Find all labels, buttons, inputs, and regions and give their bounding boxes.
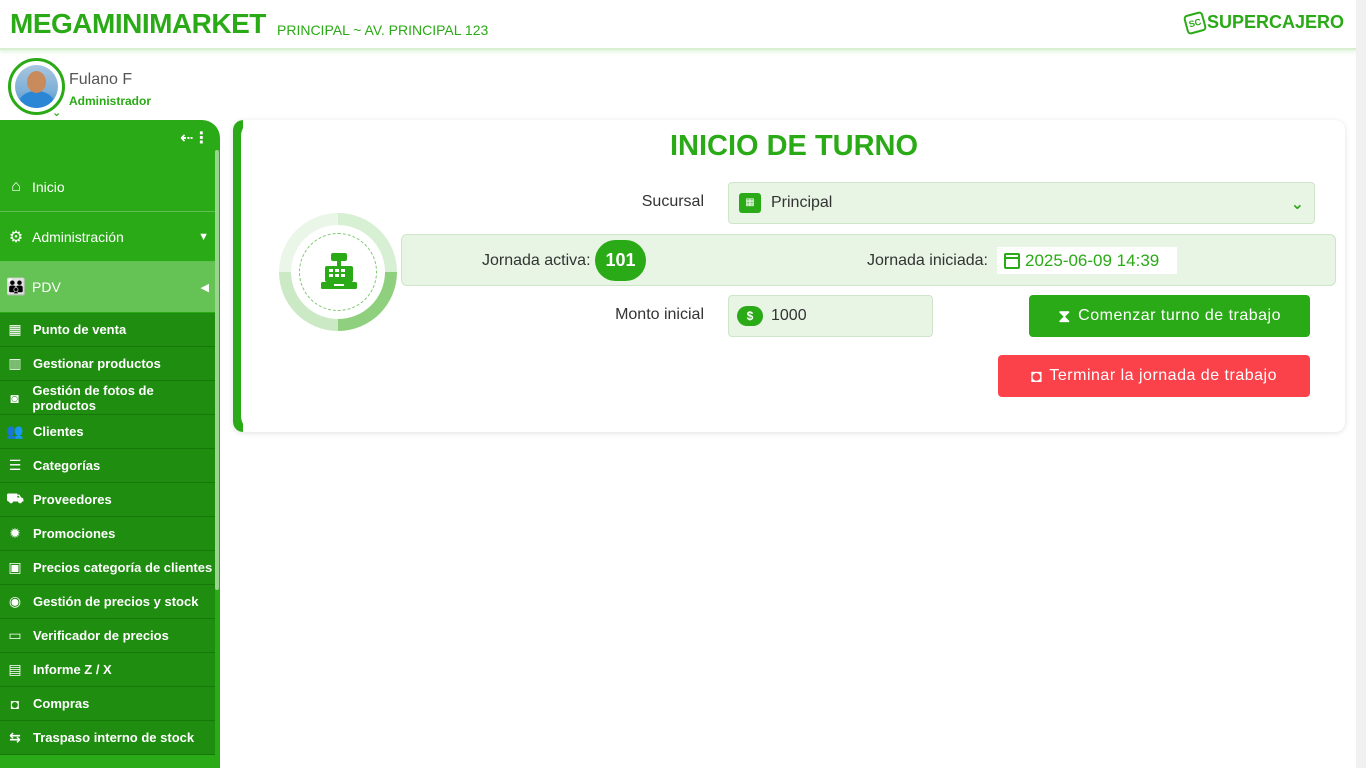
sidebar-subitem-8[interactable]: ◉ Gestión de precios y stock — [0, 585, 215, 619]
home-icon: ⌂ — [11, 177, 21, 195]
supercajero-logo: SC SUPERCAJERO — [1182, 10, 1344, 35]
sidebar-subitem-label: Proveedores — [33, 492, 112, 507]
top-header: MEGAMINIMARKET PRINCIPAL ~ AV. PRINCIPAL… — [0, 0, 1356, 50]
sidebar-subitem-label: Punto de venta — [33, 322, 127, 337]
chevron-down-icon[interactable]: ⌄ — [52, 106, 62, 119]
sidebar-subitem-1[interactable]: ▥ Gestionar productos — [0, 347, 215, 381]
jornada-activa-label: Jornada activa: — [482, 252, 591, 269]
sidebar-subitem-9[interactable]: ▭ Verificador de precios — [0, 619, 215, 653]
shopping-bag-icon: ◘ — [10, 695, 20, 712]
chevron-down-icon: ⌄ — [1290, 196, 1304, 213]
sidebar-subitem-label: Clientes — [33, 424, 84, 439]
barcode-icon: ▥ — [8, 355, 22, 371]
sidebar-subitem-label: Informe Z / X — [33, 662, 112, 677]
start-shift-button[interactable]: ⧗ Comenzar turno de trabajo — [1029, 295, 1310, 337]
logo-text: SUPERCAJERO — [1206, 12, 1344, 32]
sidebar-subitem-12[interactable]: ⇆ Traspaso interno de stock — [0, 721, 215, 755]
sidebar-subitem-label: Precios categoría de clientes — [33, 560, 213, 575]
sidebar-subitem-3[interactable]: 👥 Clientes — [0, 415, 215, 449]
jornada-iniciada-date: 2025-06-09 14:39 — [1025, 250, 1160, 270]
sidebar-item-administracion[interactable]: ⚙ Administración ▼ — [0, 212, 215, 262]
sidebar-item-inicio[interactable]: ⌂ Inicio — [0, 162, 215, 212]
money-bag-icon: ◘ — [1031, 365, 1043, 386]
hourglass-icon: ⧗ — [1058, 305, 1072, 326]
cash-register-icon — [317, 249, 361, 293]
sidebar-subitem-label: Gestión de precios y stock — [33, 594, 199, 609]
caret-left-icon: ◀ — [200, 281, 209, 294]
sidebar: ⇠⋮ ⌂ Inicio ⚙ Administración ▼ 👪 PDV ◀ ▦… — [0, 120, 220, 768]
people-icon: 👪 — [6, 279, 26, 296]
camera-icon: ◙ — [10, 389, 19, 406]
branch-address: PRINCIPAL ~ AV. PRINCIPAL 123 — [277, 22, 489, 38]
cash-register-icon: ▦ — [8, 321, 22, 337]
sidebar-item-label: PDV — [32, 279, 61, 295]
brand-title: MEGAMINIMARKET — [10, 8, 266, 39]
coins-icon: ◉ — [8, 593, 22, 609]
sucursal-value: Principal — [771, 194, 833, 211]
sidebar-subitem-6[interactable]: ✹ Promociones — [0, 517, 215, 551]
gear-icon: ⚙ — [8, 228, 24, 246]
sidebar-subitem-label: Verificador de precios — [33, 628, 169, 643]
users-icon: 👥 — [6, 423, 24, 439]
start-shift-label: Comenzar turno de trabajo — [1078, 307, 1281, 324]
jornada-info-row: Jornada activa: 101 Jornada iniciada: 20… — [401, 234, 1336, 286]
caret-down-icon: ▼ — [198, 230, 209, 243]
list-icon: ☰ — [8, 457, 22, 473]
avatar-photo — [15, 65, 58, 108]
sidebar-subitem-label: Categorías — [33, 458, 101, 473]
sucursal-label: Sucursal — [641, 193, 704, 210]
page-title: INICIO DE TURNO — [669, 130, 919, 162]
sidebar-subitem-11[interactable]: ◘ Compras — [0, 687, 215, 721]
sidebar-subitem-label: Compras — [33, 696, 90, 711]
money-icon: $ — [737, 306, 763, 326]
end-workday-label: Terminar la jornada de trabajo — [1049, 367, 1277, 384]
newspaper-icon: ▤ — [8, 661, 22, 677]
sidebar-item-label: Inicio — [32, 178, 65, 195]
page-scrollbar[interactable] — [1356, 0, 1366, 768]
jornada-activa-badge: 101 — [595, 240, 646, 281]
logo-badge-icon: SC — [1182, 10, 1208, 35]
sidebar-subitem-4[interactable]: ☰ Categorías — [0, 449, 215, 483]
user-name: Fulano F — [69, 71, 133, 88]
sidebar-scrollbar[interactable] — [215, 150, 219, 590]
user-role: Administrador — [69, 94, 152, 108]
truck-icon: ⛟ — [6, 490, 24, 506]
sidebar-subitem-0[interactable]: ▦ Punto de venta — [0, 313, 215, 347]
jornada-iniciada-value: 2025-06-09 14:39 — [997, 247, 1177, 274]
sidebar-subitem-7[interactable]: ▣ Precios categoría de clientes — [0, 551, 215, 585]
sidebar-subitem-10[interactable]: ▤ Informe Z / X — [0, 653, 215, 687]
sidebar-subitem-2[interactable]: ◙ Gestión de fotos de productos — [0, 381, 215, 415]
sidebar-subitem-5[interactable]: ⛟ Proveedores — [0, 483, 215, 517]
monitor-icon: ▭ — [8, 627, 22, 643]
jornada-iniciada-label: Jornada iniciada: — [867, 252, 988, 269]
monto-inicial-label: Monto inicial — [615, 306, 704, 323]
exchange-icon: ⇆ — [9, 729, 21, 745]
monto-inicial-input[interactable]: $ 1000 — [728, 295, 933, 337]
monto-inicial-value: 1000 — [771, 307, 807, 324]
badge-icon: ✹ — [9, 525, 21, 541]
sidebar-subitem-label: Gestión de fotos de productos — [32, 382, 154, 413]
sidebar-item-label: Administración — [32, 228, 124, 245]
sidebar-subitem-label: Gestionar productos — [33, 356, 161, 371]
store-icon: ▦ — [739, 193, 761, 213]
end-workday-button[interactable]: ◘ Terminar la jornada de trabajo — [998, 355, 1310, 397]
sidebar-item-pdv[interactable]: 👪 PDV ◀ — [0, 262, 215, 312]
shift-start-card: INICIO DE TURNO Sucursal ▦ Principal ⌄ J… — [233, 120, 1345, 432]
id-card-icon: ▣ — [8, 559, 22, 575]
sidebar-subitem-label: Traspaso interno de stock — [33, 730, 195, 745]
sucursal-select[interactable]: ▦ Principal ⌄ — [728, 182, 1315, 224]
collapse-sidebar-icon[interactable]: ⇠⋮ — [180, 128, 209, 148]
sidebar-subitem-label: Promociones — [33, 526, 116, 541]
calendar-icon — [1004, 252, 1020, 269]
